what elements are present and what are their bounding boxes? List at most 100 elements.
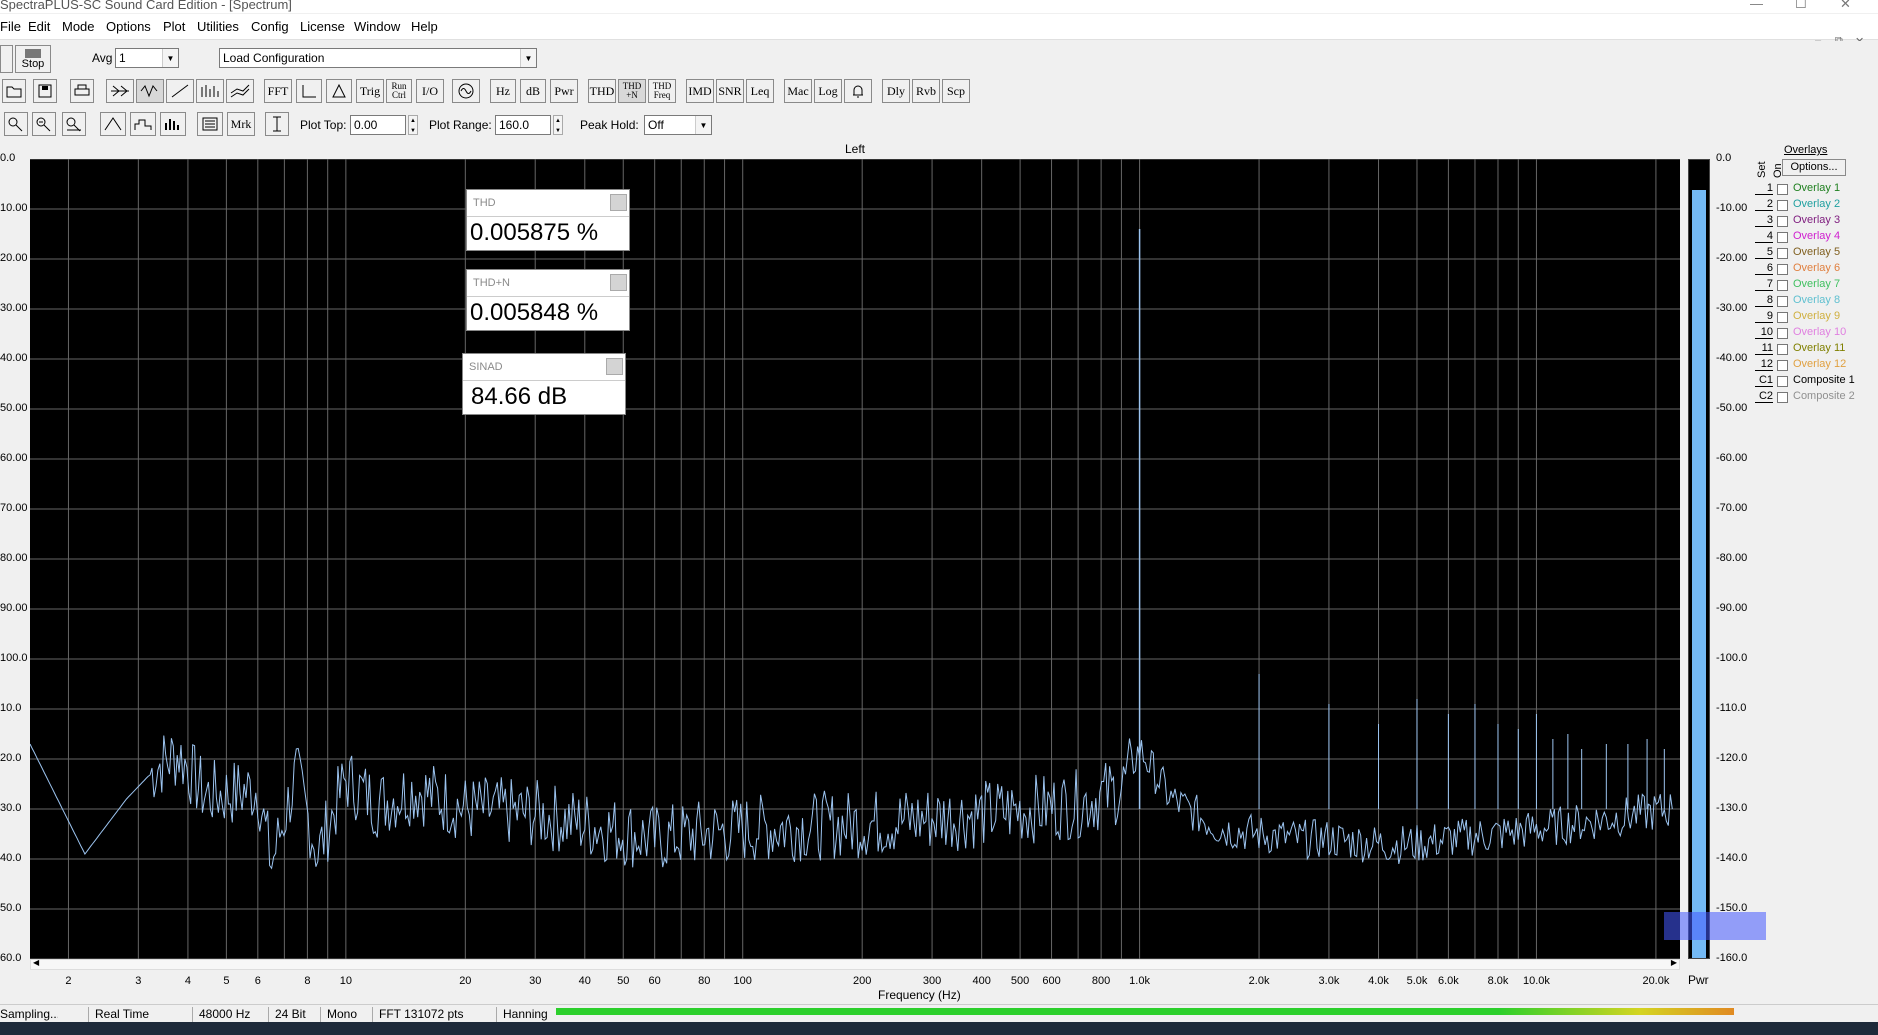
close-box-icon[interactable] bbox=[606, 358, 623, 375]
rvb-button[interactable]: Rvb bbox=[912, 79, 940, 103]
imd-button[interactable]: IMD bbox=[686, 79, 714, 103]
overlay-row[interactable]: 9 Overlay 9 bbox=[1755, 310, 1875, 326]
spectrum-plot[interactable] bbox=[29, 158, 1680, 960]
overlay-row[interactable]: 7 Overlay 7 bbox=[1755, 278, 1875, 294]
zoom-full-icon[interactable] bbox=[62, 112, 86, 136]
plot-range-spinner[interactable]: ▲ ▼ bbox=[553, 115, 563, 135]
dly-button[interactable]: Dly bbox=[882, 79, 910, 103]
overlay-row[interactable]: 11 Overlay 11 bbox=[1755, 342, 1875, 358]
overlay-checkbox[interactable] bbox=[1777, 328, 1788, 339]
menu-utilities[interactable]: Utilities bbox=[197, 19, 239, 34]
list-icon[interactable] bbox=[197, 112, 223, 136]
overlay-set-button[interactable]: 4 bbox=[1755, 230, 1773, 243]
config-select[interactable]: Load Configuration ▼ bbox=[219, 48, 537, 68]
overlay-row[interactable]: C2 Composite 2 bbox=[1755, 390, 1875, 406]
overlay-set-button[interactable]: 7 bbox=[1755, 278, 1773, 291]
menu-options[interactable]: Options bbox=[106, 19, 151, 34]
marker-button[interactable]: Mrk bbox=[227, 112, 255, 136]
thd-measurement-box[interactable]: THD 0.005875 % bbox=[466, 189, 630, 251]
overlay-set-button[interactable]: 3 bbox=[1755, 214, 1773, 227]
maximize-icon[interactable]: ☐ bbox=[1795, 0, 1807, 12]
overlay-checkbox[interactable] bbox=[1777, 296, 1788, 307]
axis-icon[interactable] bbox=[296, 79, 322, 103]
menu-file[interactable]: File bbox=[0, 19, 21, 34]
fft-button[interactable]: FFT bbox=[264, 79, 292, 103]
scroll-right-icon[interactable]: ▶ bbox=[1671, 958, 1677, 967]
overlay-checkbox[interactable] bbox=[1777, 216, 1788, 227]
overlay-set-button[interactable]: 5 bbox=[1755, 246, 1773, 259]
run-ctrl-button[interactable]: Run Ctrl bbox=[386, 79, 412, 103]
sinad-measurement-box[interactable]: SINAD 84.66 dB bbox=[462, 353, 626, 415]
overlay-checkbox[interactable] bbox=[1777, 360, 1788, 371]
leq-button[interactable]: Leq bbox=[746, 79, 774, 103]
overlay-set-button[interactable]: 1 bbox=[1755, 182, 1773, 195]
overlay-set-button[interactable]: C2 bbox=[1755, 390, 1773, 403]
overlay-row[interactable]: 5 Overlay 5 bbox=[1755, 246, 1875, 262]
menu-mode[interactable]: Mode bbox=[62, 19, 95, 34]
trig-button[interactable]: Trig bbox=[356, 79, 384, 103]
menu-plot[interactable]: Plot bbox=[163, 19, 185, 34]
bar-shape-icon[interactable] bbox=[160, 112, 186, 136]
signal-generator-icon[interactable] bbox=[326, 79, 352, 103]
step-shape-icon[interactable] bbox=[130, 112, 156, 136]
scope-mode-icon[interactable] bbox=[136, 79, 164, 103]
generator-icon[interactable] bbox=[452, 79, 480, 103]
menu-config[interactable]: Config bbox=[251, 19, 289, 34]
overlay-options-button[interactable]: Options... bbox=[1782, 159, 1846, 176]
run-button[interactable] bbox=[0, 45, 13, 73]
overlay-checkbox[interactable] bbox=[1777, 264, 1788, 275]
print-icon[interactable] bbox=[70, 79, 94, 103]
close-icon[interactable]: ✕ bbox=[1840, 0, 1851, 12]
scp-button[interactable]: Scp bbox=[942, 79, 970, 103]
menu-window[interactable]: Window bbox=[354, 19, 400, 34]
overlay-checkbox[interactable] bbox=[1777, 280, 1788, 291]
overlay-set-button[interactable]: 9 bbox=[1755, 310, 1773, 323]
overlay-checkbox[interactable] bbox=[1777, 184, 1788, 195]
snr-button[interactable]: SNR bbox=[716, 79, 744, 103]
overlay-set-button[interactable]: C1 bbox=[1755, 374, 1773, 387]
zoom-out-x-icon[interactable] bbox=[32, 112, 56, 136]
horizontal-scrollbar[interactable]: ◀ ▶ bbox=[30, 958, 1680, 970]
menu-license[interactable]: License bbox=[300, 19, 345, 34]
overlay-row[interactable]: 12 Overlay 12 bbox=[1755, 358, 1875, 374]
overlay-checkbox[interactable] bbox=[1777, 344, 1788, 355]
overlay-set-button[interactable]: 2 bbox=[1755, 198, 1773, 211]
zoom-in-x-icon[interactable] bbox=[4, 112, 28, 136]
db-button[interactable]: dB bbox=[520, 79, 546, 103]
overlay-set-button[interactable]: 6 bbox=[1755, 262, 1773, 275]
overlay-row[interactable]: 10 Overlay 10 bbox=[1755, 326, 1875, 342]
overlay-checkbox[interactable] bbox=[1777, 232, 1788, 243]
overlay-row[interactable]: 3 Overlay 3 bbox=[1755, 214, 1875, 230]
overlay-checkbox[interactable] bbox=[1777, 248, 1788, 259]
overlay-set-button[interactable]: 12 bbox=[1755, 358, 1773, 371]
overlay-row[interactable]: 1 Overlay 1 bbox=[1755, 182, 1875, 198]
plot-top-spinner[interactable]: ▲ ▼ bbox=[408, 115, 418, 135]
pwr-button[interactable]: Pwr bbox=[550, 79, 578, 103]
ramp-icon[interactable] bbox=[166, 79, 194, 103]
plot-top-input[interactable]: 0.00 bbox=[350, 115, 406, 135]
close-box-icon[interactable] bbox=[610, 274, 627, 291]
overlay-row[interactable]: 2 Overlay 2 bbox=[1755, 198, 1875, 214]
plot-range-input[interactable]: 160.0 bbox=[495, 115, 551, 135]
overlay-row[interactable]: 6 Overlay 6 bbox=[1755, 262, 1875, 278]
peak-hold-select[interactable]: Off ▼ bbox=[644, 115, 712, 135]
stop-button[interactable]: Stop bbox=[15, 45, 51, 73]
thd-freq-button[interactable]: THD Freq bbox=[648, 79, 676, 103]
open-icon[interactable] bbox=[2, 79, 26, 103]
spectrogram-icon[interactable] bbox=[196, 79, 224, 103]
minimize-icon[interactable]: — bbox=[1750, 0, 1763, 11]
overlay-checkbox[interactable] bbox=[1777, 200, 1788, 211]
overlay-checkbox[interactable] bbox=[1777, 376, 1788, 387]
overlay-set-button[interactable]: 11 bbox=[1755, 342, 1773, 355]
close-box-icon[interactable] bbox=[610, 194, 627, 211]
overlay-checkbox[interactable] bbox=[1777, 312, 1788, 323]
save-icon[interactable] bbox=[33, 79, 57, 103]
thd-n-button[interactable]: THD +N bbox=[618, 79, 646, 103]
io-button[interactable]: I/O bbox=[416, 79, 444, 103]
menu-help[interactable]: Help bbox=[411, 19, 438, 34]
peak-shape-icon[interactable] bbox=[100, 112, 126, 136]
avg-select[interactable]: 1 ▼ bbox=[115, 48, 179, 68]
overlay-row[interactable]: 4 Overlay 4 bbox=[1755, 230, 1875, 246]
spectrum-mode-icon[interactable] bbox=[106, 79, 134, 103]
hz-button[interactable]: Hz bbox=[490, 79, 516, 103]
